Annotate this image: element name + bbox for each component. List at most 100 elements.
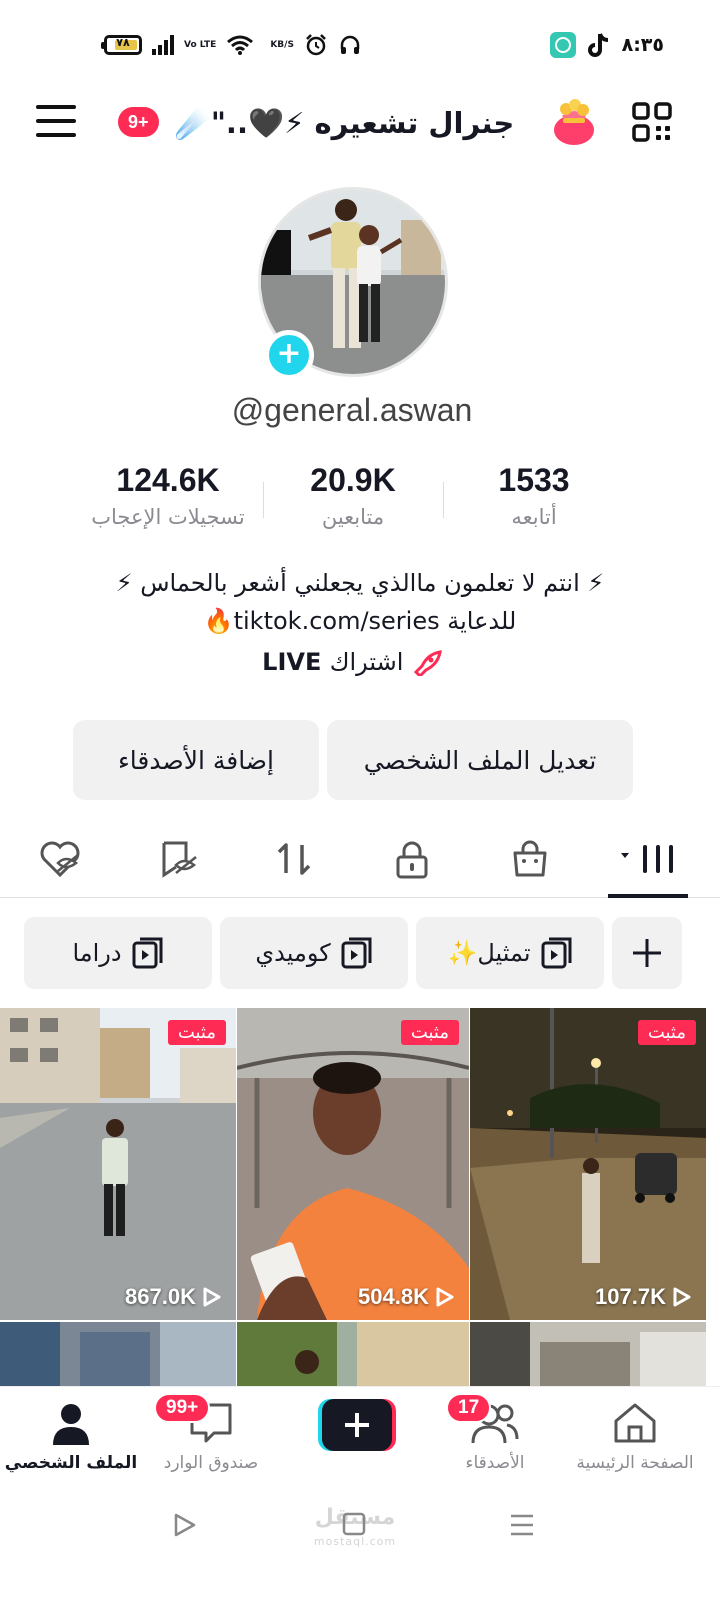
shopping-bag-icon (513, 840, 547, 877)
followers-label: متابعين (321, 505, 385, 529)
repost-icon (277, 843, 311, 875)
headset-icon (340, 35, 360, 54)
inbox-badge: 99+ (154, 1393, 211, 1423)
volte-icon: Vo LTE (184, 39, 217, 50)
video-grid: مثبت 867.0K مثبت 504.8K مثبت 107.7K (0, 1008, 720, 1388)
following-label: أتابعه (511, 505, 557, 529)
video-thumbnail[interactable] (0, 1322, 236, 1388)
likes-count: 124.6K (116, 462, 220, 498)
following-stat[interactable]: 1533 أتابعه (454, 462, 614, 529)
video-thumbnail[interactable]: مثبت 504.8K (237, 1008, 469, 1320)
tab-videos[interactable] (612, 834, 686, 884)
following-count: 1533 (498, 462, 570, 498)
video-thumbnail[interactable]: مثبت 107.7K (470, 1008, 706, 1320)
nav-friends[interactable]: 17 الأصدقاء (420, 1393, 570, 1473)
followers-stat[interactable]: 20.9K متابعين (273, 462, 433, 529)
back-triangle-icon[interactable] (172, 1512, 198, 1538)
status-icons-left: ٧٨ Vo LTE KB/S (101, 30, 362, 60)
video-thumbnail-image (237, 1322, 469, 1388)
video-thumbnail[interactable] (470, 1322, 706, 1388)
playlist-icon (541, 937, 572, 969)
tab-favorites[interactable] (148, 834, 208, 884)
playlist-chip[interactable]: تمثيل✨ (416, 917, 604, 989)
playlist-chips: تمثيل✨ كوميدي دراما (0, 917, 720, 989)
video-thumbnail[interactable]: مثبت 867.0K (0, 1008, 236, 1320)
network-speed: KB/S (270, 40, 294, 50)
view-count-value: 107.7K (595, 1284, 666, 1309)
home-icon (614, 1403, 656, 1443)
alarm-icon (306, 34, 326, 56)
status-bar: ٧٨ Vo LTE KB/S ٨:٣٥ (0, 0, 720, 88)
home-square-icon[interactable] (342, 1512, 366, 1536)
tab-shop[interactable] (500, 834, 560, 884)
tab-private[interactable] (382, 834, 442, 884)
battery-icon: ٧٨ (101, 35, 142, 55)
qr-code-icon[interactable] (632, 102, 672, 142)
add-friends-button[interactable]: إضافة الأصدقاء (73, 720, 319, 800)
play-icon (203, 1287, 221, 1307)
bio: ⚡ انتم لا تعلمون ماالذي يجعلني أشعر بالح… (60, 564, 660, 640)
video-thumbnail[interactable] (237, 1322, 469, 1388)
nav-home-label: الصفحة الرئيسية (576, 1453, 694, 1473)
video-thumbnail-image (470, 1008, 706, 1320)
app-notification-icon (549, 32, 576, 58)
nav-friends-label: الأصدقاء (465, 1453, 525, 1473)
add-playlist-button[interactable] (612, 917, 682, 989)
followers-count: 20.9K (310, 462, 396, 498)
signal-icon (152, 35, 174, 55)
video-grid-icon (621, 845, 673, 873)
heart-hidden-icon (40, 841, 80, 878)
display-name[interactable]: جنرال تشعيره ⚡🖤.."☄️ (172, 100, 517, 146)
edit-profile-button[interactable]: تعديل الملف الشخصي (327, 720, 633, 800)
live-label: اشتراك (329, 648, 404, 676)
battery-level: ٧٨ (116, 36, 130, 49)
rocket-icon (413, 650, 442, 679)
tiktok-icon (587, 33, 608, 57)
playlist-chip[interactable]: كوميدي (220, 917, 408, 989)
lock-icon (396, 841, 428, 879)
recents-menu-icon[interactable] (508, 1512, 536, 1538)
video-thumbnail-image (237, 1008, 469, 1320)
bookmark-hidden-icon (162, 841, 197, 878)
active-tab-indicator (608, 894, 688, 898)
live-subscription[interactable]: اشتراك LIVE (0, 648, 704, 679)
nav-profile[interactable]: الملف الشخصي (0, 1397, 146, 1473)
view-count: 867.0K (125, 1284, 222, 1310)
profile-header: 9+ جنرال تشعيره ⚡🖤.."☄️ (0, 92, 720, 154)
create-button[interactable] (318, 1399, 396, 1451)
tab-liked[interactable] (30, 834, 90, 884)
wifi-icon (227, 35, 254, 55)
nav-profile-label: الملف الشخصي (4, 1453, 138, 1473)
pinned-badge: مثبت (167, 1020, 226, 1045)
bio-line: ⚡ انتم لا تعلمون ماالذي يجعلني أشعر بالح… (115, 569, 605, 597)
notification-badge[interactable]: 9+ (118, 107, 159, 137)
view-count: 107.7K (595, 1284, 692, 1310)
status-icons-right: ٨:٣٥ (549, 30, 664, 60)
coin-bag-icon[interactable] (548, 96, 600, 148)
menu-icon[interactable] (36, 105, 76, 137)
nav-inbox-label: صندوق الوارد (163, 1453, 259, 1473)
playlist-label: دراما (72, 939, 122, 967)
content-tabs (0, 826, 720, 898)
profile-stats: 124.6K تسجيلات الإعجاب 20.9K متابعين 153… (88, 462, 588, 542)
likes-stat[interactable]: 124.6K تسجيلات الإعجاب (88, 462, 248, 529)
stat-divider (263, 482, 264, 518)
playlist-icon (341, 937, 372, 969)
profile-icon (53, 1404, 89, 1445)
tab-reposts[interactable] (264, 834, 324, 884)
play-icon (673, 1287, 691, 1307)
likes-label: تسجيلات الإعجاب (91, 505, 245, 529)
play-icon (436, 1287, 454, 1307)
username: @general.aswan (231, 392, 473, 428)
bio-link[interactable]: للدعاية tiktok.com/series🔥 (60, 602, 660, 640)
playlist-chip[interactable]: دراما (24, 917, 212, 989)
live-text: LIVE (262, 648, 322, 676)
bottom-nav: الصفحة الرئيسية 17 الأصدقاء 99+ صندوق ال… (0, 1386, 720, 1488)
video-thumbnail-image (0, 1322, 236, 1388)
nav-inbox[interactable]: 99+ صندوق الوارد (136, 1393, 286, 1473)
view-count-value: 504.8K (358, 1284, 429, 1309)
nav-home[interactable]: الصفحة الرئيسية (560, 1397, 710, 1473)
pinned-badge: مثبت (637, 1020, 696, 1045)
add-avatar-button[interactable]: + (264, 330, 314, 380)
video-thumbnail-image (0, 1008, 236, 1320)
